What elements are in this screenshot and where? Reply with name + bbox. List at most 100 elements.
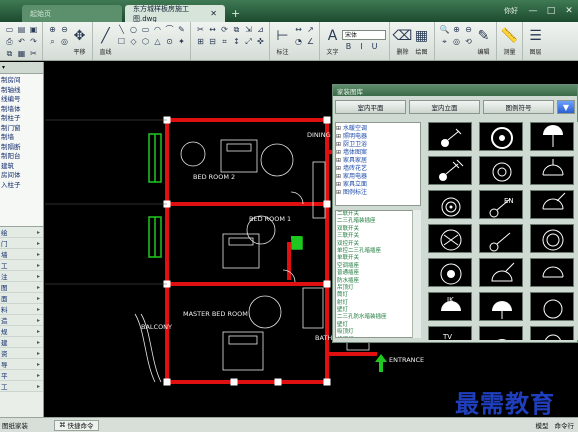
library-symbol-thumbnail[interactable] bbox=[530, 156, 574, 185]
library-symbol-thumbnail[interactable] bbox=[530, 224, 574, 253]
draw-tool-0-icon[interactable]: ╲ bbox=[116, 24, 127, 35]
tool-list-item[interactable]: 入柱子 bbox=[0, 181, 43, 191]
tab-start-page[interactable]: 起始页 bbox=[22, 5, 122, 22]
tool-category-row[interactable]: 导 ▸ bbox=[0, 359, 43, 370]
library-symbol-thumbnail[interactable] bbox=[479, 292, 523, 321]
open-file-icon[interactable]: ▤ bbox=[16, 24, 27, 35]
command-line-tab[interactable]: 命令行 bbox=[555, 420, 575, 430]
edit-tool-6-icon[interactable]: ⊞ bbox=[195, 36, 206, 47]
edit-tool-3-icon[interactable]: ⧉ bbox=[231, 24, 242, 35]
library-tree-item[interactable]: ⊞ 家用电器 bbox=[336, 173, 420, 181]
zoom-extent-icon[interactable]: ◎ bbox=[59, 36, 70, 47]
tab-interior-plan[interactable]: 室内平面 bbox=[335, 100, 406, 114]
expand-icon[interactable]: ⊞ bbox=[336, 165, 343, 173]
line-icon[interactable]: ╱ bbox=[97, 28, 114, 45]
tab-interior-elevation[interactable]: 室内立面 bbox=[409, 100, 480, 114]
close-tab-icon[interactable]: ✕ bbox=[210, 9, 217, 18]
library-symbol-item[interactable]: 双控开关 bbox=[336, 241, 420, 248]
draw-tool-2-icon[interactable]: ▭ bbox=[140, 24, 151, 35]
draw-tool-5-icon[interactable]: ✎ bbox=[176, 24, 187, 35]
library-symbol-thumbnail[interactable] bbox=[428, 190, 472, 219]
view-tool-1-icon[interactable]: ⊕ bbox=[451, 24, 462, 35]
underline-icon[interactable]: U bbox=[369, 42, 380, 53]
library-symbol-thumbnail[interactable] bbox=[428, 156, 472, 185]
library-tree-item[interactable]: ⊞ 家具立面 bbox=[336, 181, 420, 189]
library-dropdown-button[interactable]: ▼ bbox=[557, 100, 575, 114]
tool-category-row[interactable]: 规 ▸ bbox=[0, 326, 43, 337]
tab-legend-symbols[interactable]: 图例符号 bbox=[483, 100, 554, 114]
edit-tool-4-icon[interactable]: ⇲ bbox=[243, 24, 254, 35]
measure-icon[interactable]: 📏 bbox=[501, 28, 518, 45]
library-symbol-thumbnail[interactable] bbox=[428, 122, 472, 151]
tool-list-item[interactable]: 建筑 bbox=[0, 162, 43, 172]
tool-list-item[interactable]: 制门窗 bbox=[0, 124, 43, 134]
draw-tool-4-icon[interactable]: ⌒ bbox=[164, 24, 175, 35]
tool-category-row[interactable]: 造 ▸ bbox=[0, 315, 43, 326]
library-symbol-thumbnail[interactable] bbox=[530, 122, 574, 151]
left-panel-collapse-icon[interactable]: ▾ bbox=[2, 64, 5, 71]
library-tree-item[interactable]: ⊞ 水暖空调 bbox=[336, 125, 420, 133]
library-list-scrollbar[interactable] bbox=[412, 210, 421, 338]
library-symbol-item[interactable]: 格栅灯 bbox=[336, 337, 420, 338]
library-symbol-item[interactable]: 单联开关 bbox=[336, 255, 420, 262]
library-symbol-item[interactable]: 吸顶灯 bbox=[336, 329, 420, 336]
copy-icon[interactable]: ⧉ bbox=[4, 48, 15, 59]
library-symbol-item[interactable]: 二三孔防水暗装插座 bbox=[336, 314, 420, 321]
library-symbol-item[interactable]: 筒灯 bbox=[336, 292, 420, 299]
radius-dim-icon[interactable]: ◔ bbox=[293, 36, 304, 47]
tool-list-item[interactable]: 制隔断 bbox=[0, 143, 43, 153]
edit-tool-5-icon[interactable]: ⊿ bbox=[255, 24, 266, 35]
tab-drawing[interactable]: 东方城样板房施工图.dwg ✕ bbox=[125, 5, 225, 23]
edit-tool-8-icon[interactable]: ⌗ bbox=[219, 36, 230, 47]
layer-icon[interactable]: ☰ bbox=[527, 28, 544, 45]
library-symbol-thumbnail[interactable] bbox=[530, 326, 574, 340]
close-window-button[interactable]: ✕ bbox=[560, 4, 578, 18]
dimension-icon[interactable]: ⊢ bbox=[274, 28, 291, 45]
expand-icon[interactable]: ⊞ bbox=[336, 173, 343, 181]
library-tree-item[interactable]: ⊞ 家具家居 bbox=[336, 157, 420, 165]
maximize-button[interactable]: □ bbox=[542, 4, 560, 18]
library-tree-item[interactable]: ⊞ 墙体图案 bbox=[336, 149, 420, 157]
tool-category-row[interactable]: 注 ▸ bbox=[0, 271, 43, 282]
cut-icon[interactable]: ✂ bbox=[28, 48, 39, 59]
tool-category-row[interactable]: 面 ▸ bbox=[0, 293, 43, 304]
tool-list-item[interactable]: 线编号 bbox=[0, 95, 43, 105]
expand-icon[interactable]: ⊞ bbox=[336, 157, 343, 165]
paste-icon[interactable]: ▦ bbox=[16, 48, 27, 59]
library-symbol-thumbnail[interactable] bbox=[479, 122, 523, 151]
tool-list-item[interactable]: 制阳台 bbox=[0, 152, 43, 162]
edit-tool-0-icon[interactable]: ✂ bbox=[195, 24, 206, 35]
edit-tool-9-icon[interactable]: ↕ bbox=[231, 36, 242, 47]
font-select[interactable]: 宋体 bbox=[342, 29, 386, 40]
library-symbol-thumbnail[interactable] bbox=[530, 190, 574, 219]
view-tool-5-icon[interactable]: ⟲ bbox=[463, 36, 474, 47]
library-symbol-thumbnail[interactable]: IK bbox=[428, 292, 472, 321]
library-tree-item[interactable]: ⊞ 图例标注 bbox=[336, 189, 420, 197]
library-symbol-thumbnail[interactable] bbox=[530, 258, 574, 287]
draw-tool-8-icon[interactable]: ⬡ bbox=[140, 36, 151, 47]
minimize-button[interactable]: — bbox=[524, 4, 542, 18]
tool-list-item[interactable]: 制轴线 bbox=[0, 86, 43, 96]
library-symbol-thumbnail[interactable] bbox=[530, 292, 574, 321]
angle-dim-icon[interactable]: ∠ bbox=[305, 36, 316, 47]
draw-tool-1-icon[interactable]: ○ bbox=[128, 24, 139, 35]
library-symbol-thumbnail[interactable]: TV bbox=[428, 326, 472, 340]
expand-icon[interactable]: ⊞ bbox=[336, 141, 343, 149]
tool-category-row[interactable]: 资 ▸ bbox=[0, 348, 43, 359]
library-symbol-item[interactable]: 三联开关 bbox=[336, 233, 420, 240]
library-symbol-thumbnail[interactable] bbox=[479, 156, 523, 185]
redo-icon[interactable]: ↷ bbox=[28, 36, 39, 47]
print-icon[interactable]: ⎙ bbox=[4, 36, 15, 47]
view-tool-2-icon[interactable]: ⊖ bbox=[463, 24, 474, 35]
new-tab-button[interactable]: + bbox=[231, 7, 240, 20]
edit-tool-11-icon[interactable]: ✜ bbox=[255, 36, 266, 47]
tool-category-row[interactable]: 图 ▸ bbox=[0, 282, 43, 293]
draw-tool-10-icon[interactable]: ⊙ bbox=[164, 36, 175, 47]
text-icon[interactable]: A bbox=[324, 28, 341, 45]
draw-tool-7-icon[interactable]: ◇ bbox=[128, 36, 139, 47]
pan-icon[interactable]: ✥ bbox=[71, 28, 88, 45]
library-tree-item[interactable]: ⊞ 厨卫卫浴 bbox=[336, 141, 420, 149]
tool-category-row[interactable]: 平 ▸ bbox=[0, 370, 43, 381]
delete-icon[interactable]: ⌫ bbox=[393, 28, 413, 45]
zoom-out-icon[interactable]: ⊖ bbox=[59, 24, 70, 35]
